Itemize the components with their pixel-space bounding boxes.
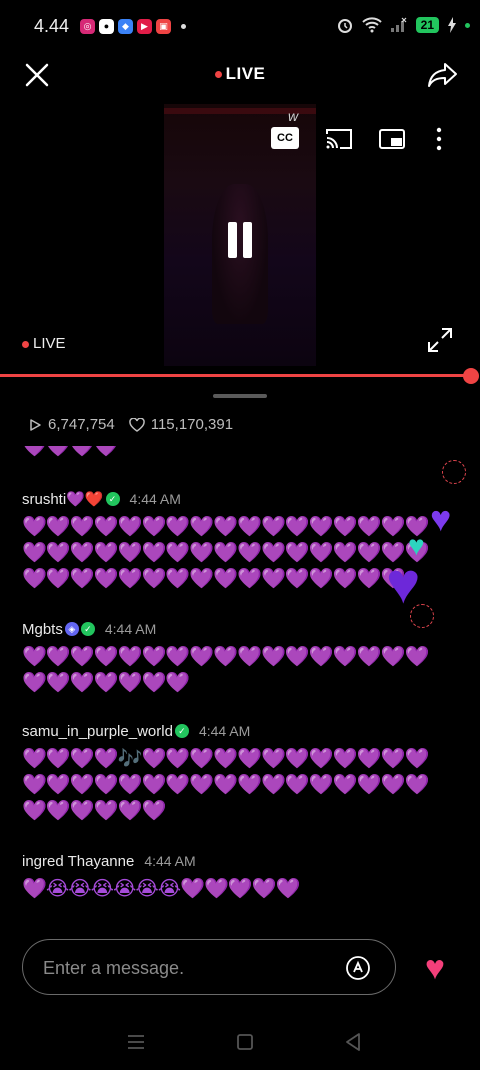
- more-notifications-dot: [181, 24, 186, 29]
- home-icon[interactable]: [230, 1030, 260, 1054]
- chat-message: samu_in_purple_world ✓ 4:44 AM 💜💜💜💜🎶💜💜💜💜…: [22, 720, 462, 824]
- chat-list[interactable]: 💜💜💜💜 srushti💜❤️ ✓ 4:44 AM 💜💜💜💜💜💜💜💜💜💜💜💜💜💜…: [0, 446, 480, 916]
- stream-stats: 6,747,754 115,170,391: [28, 416, 233, 433]
- live-indicator-dot: [22, 340, 29, 348]
- status-time: 4.44: [34, 16, 70, 36]
- wifi-icon: [361, 17, 382, 33]
- app-icon: ▣: [156, 19, 171, 34]
- privacy-dot: [465, 22, 470, 28]
- battery-level: 21: [415, 17, 439, 33]
- shield-badge-icon: ◈: [64, 622, 79, 636]
- play-icon: [30, 418, 41, 431]
- alarm-icon: [337, 19, 352, 33]
- sparkle-effect: [442, 460, 466, 484]
- message-composer: [22, 939, 396, 995]
- system-icons: 21: [336, 16, 470, 34]
- live-indicator-dot: [214, 71, 222, 79]
- picture-in-picture-icon[interactable]: [378, 126, 406, 152]
- pause-icon[interactable]: [224, 220, 256, 262]
- expand-icon[interactable]: [426, 326, 454, 354]
- live-title-label: LIVE: [225, 64, 266, 83]
- app-icon: ●: [99, 19, 114, 34]
- chat-timestamp: 4:44 AM: [198, 723, 251, 739]
- chat-timestamp: 4:44 AM: [104, 621, 157, 637]
- chat-username: samu_in_purple_world: [22, 722, 173, 740]
- progress-bar[interactable]: [0, 374, 472, 377]
- chat-text-line: 💜💜💜💜💜💜💜💜💜💜💜💜💜💜💜💜💜: [22, 646, 429, 668]
- floating-heart-icon: ♥: [430, 498, 452, 539]
- chat-text-line: 💜💜💜💜💜💜💜💜💜💜💜💜💜💜💜💜💜: [22, 516, 429, 538]
- more-vertical-icon[interactable]: [430, 124, 448, 154]
- chat-text-line: 💜💜💜💜🎶💜💜💜💜💜💜💜💜💜💜💜💜: [22, 748, 429, 770]
- status-bar: 4.44 ◎ ● ◆ ▶ ▣ 21: [0, 0, 480, 54]
- like-count: 115,170,391: [150, 416, 234, 433]
- chat-text-line: 💜💜💜💜💜💜💜💜💜💜💜💜💜💜💜💜💜: [22, 774, 429, 796]
- video-watermark: w: [288, 108, 299, 124]
- app-icon: ◆: [118, 19, 133, 34]
- chat-username: ingred Thayanne: [22, 852, 135, 870]
- signal-icon: [390, 17, 407, 32]
- recent-apps-icon[interactable]: [121, 1030, 151, 1054]
- system-navigation-bar: [0, 1020, 480, 1070]
- sparkle-effect: [410, 604, 434, 628]
- chat-timestamp: 4:44 AM: [129, 491, 181, 507]
- view-count: 6,747,754: [48, 416, 115, 433]
- verified-badge-icon: ✓: [80, 622, 95, 636]
- message-input[interactable]: [41, 954, 335, 982]
- live-title: LIVE: [0, 64, 480, 84]
- heart-icon[interactable]: ♥: [414, 948, 456, 988]
- youtube-icon: ▶: [137, 19, 152, 34]
- chat-text-line: 💜💜💜💜💜💜: [22, 800, 166, 822]
- progress-scrubber[interactable]: [463, 368, 479, 384]
- video-live-label: LIVE: [33, 335, 66, 352]
- chat-partial-row: 💜💜💜💜: [22, 446, 119, 458]
- drag-handle[interactable]: [213, 394, 267, 398]
- chat-timestamp: 4:44 AM: [144, 853, 196, 869]
- live-stream-screen: 4.44 ◎ ● ◆ ▶ ▣ 21 LIVE w CC LIVE 6,747,7…: [0, 0, 480, 1070]
- chat-text-line: 💜💜💜💜💜💜💜: [22, 672, 190, 694]
- captions-button[interactable]: CC: [271, 127, 299, 149]
- back-icon[interactable]: [339, 1030, 369, 1054]
- verified-badge-icon: ✓: [174, 724, 189, 738]
- top-bar: LIVE: [0, 56, 480, 96]
- notification-icons: ◎ ● ◆ ▶ ▣: [80, 19, 186, 34]
- video-live-badge: LIVE: [22, 335, 66, 352]
- chat-username: Mgbts: [22, 620, 63, 638]
- share-icon[interactable]: [426, 58, 460, 92]
- chat-text-line: 💜😭😭😭😭😭😭💜💜💜💜💜: [22, 878, 301, 900]
- chat-message: ingred Thayanne 4:44 AM 💜😭😭😭😭😭😭💜💜💜💜💜: [22, 850, 462, 902]
- chat-message: Mgbts ◈ ✓ 4:44 AM 💜💜💜💜💜💜💜💜💜💜💜💜💜💜💜💜💜 💜💜💜💜…: [22, 618, 462, 696]
- cast-icon[interactable]: [324, 126, 354, 152]
- verified-badge-icon: ✓: [105, 492, 120, 506]
- translate-icon[interactable]: [345, 955, 371, 981]
- charging-icon: [448, 17, 456, 33]
- heart-outline-icon: [128, 417, 145, 432]
- instagram-icon: ◎: [80, 19, 95, 34]
- chat-username: srushti💜❤️: [22, 491, 104, 508]
